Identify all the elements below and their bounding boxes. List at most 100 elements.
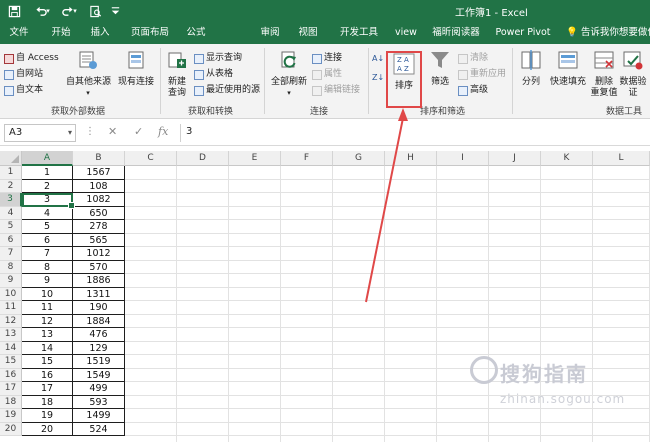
new-query-button[interactable]: 新建 查询 bbox=[162, 49, 192, 99]
row-header[interactable]: 13 bbox=[0, 328, 22, 342]
tab-page-layout[interactable]: 页面布局 bbox=[125, 22, 175, 44]
cell-a[interactable]: 16 bbox=[22, 368, 73, 382]
cell-a[interactable]: 8 bbox=[22, 260, 73, 274]
cell-a[interactable]: 19 bbox=[22, 409, 73, 423]
text-to-columns-button[interactable]: 分列 bbox=[516, 49, 546, 88]
clear-filter-button[interactable]: 清除 bbox=[458, 52, 488, 65]
row-header[interactable]: 14 bbox=[0, 341, 22, 355]
cell-b[interactable]: 129 bbox=[73, 341, 125, 355]
cell-a[interactable]: 15 bbox=[22, 355, 73, 369]
cell-a[interactable]: 11 bbox=[22, 301, 73, 315]
column-header-f[interactable]: F bbox=[281, 151, 333, 166]
save-icon[interactable] bbox=[5, 3, 23, 19]
cell-b[interactable]: 499 bbox=[73, 382, 125, 396]
cell-a[interactable]: 20 bbox=[22, 422, 73, 436]
cell-a[interactable]: 17 bbox=[22, 382, 73, 396]
cell-a[interactable]: 9 bbox=[22, 274, 73, 288]
data-validation-button[interactable]: 数据验 证 bbox=[618, 49, 648, 99]
column-header-e[interactable]: E bbox=[229, 151, 281, 166]
column-header-h[interactable]: H bbox=[385, 151, 437, 166]
cell-b[interactable]: 190 bbox=[73, 301, 125, 315]
row-header[interactable]: 7 bbox=[0, 247, 22, 261]
row-header[interactable]: 16 bbox=[0, 368, 22, 382]
from-text-button[interactable]: 自文本 bbox=[4, 84, 43, 97]
row-header[interactable]: 12 bbox=[0, 314, 22, 328]
row-header[interactable]: 3 bbox=[0, 193, 22, 207]
cell-b[interactable]: 1886 bbox=[73, 274, 125, 288]
show-queries-button[interactable]: 显示查询 bbox=[194, 52, 242, 65]
cell-a[interactable]: 12 bbox=[22, 314, 73, 328]
cell-b[interactable]: 565 bbox=[73, 233, 125, 247]
column-header-l[interactable]: L bbox=[593, 151, 650, 166]
column-header-b[interactable]: B bbox=[73, 151, 125, 166]
tab-view[interactable]: 视图 bbox=[294, 22, 322, 44]
cell-b[interactable]: 1499 bbox=[73, 409, 125, 423]
cell-b[interactable]: 1012 bbox=[73, 247, 125, 261]
row-header[interactable]: 18 bbox=[0, 395, 22, 409]
column-header-d[interactable]: D bbox=[177, 151, 229, 166]
cell-b[interactable]: 570 bbox=[73, 260, 125, 274]
select-all-button[interactable] bbox=[0, 151, 22, 166]
tab-view-en[interactable]: view bbox=[392, 22, 420, 44]
edit-links-button[interactable]: 编辑链接 bbox=[312, 84, 360, 97]
cell-a[interactable]: 4 bbox=[22, 206, 73, 220]
refresh-all-button[interactable]: 全部刷新 ▾ bbox=[268, 49, 310, 99]
tell-me-box[interactable]: 💡 告诉我你想要做什 bbox=[566, 22, 650, 44]
row-header[interactable]: 5 bbox=[0, 220, 22, 234]
connections-button[interactable]: 连接 bbox=[312, 52, 342, 65]
cell-b[interactable]: 1549 bbox=[73, 368, 125, 382]
cell-a[interactable]: 18 bbox=[22, 395, 73, 409]
row-header[interactable]: 4 bbox=[0, 206, 22, 220]
filter-button[interactable]: 筛选 bbox=[426, 49, 454, 88]
cell-b[interactable]: 650 bbox=[73, 206, 125, 220]
tab-formulas[interactable]: 公式 bbox=[182, 22, 210, 44]
from-other-sources-button[interactable]: 自其他来源 ▾ bbox=[66, 49, 111, 99]
column-header-k[interactable]: K bbox=[541, 151, 593, 166]
cell-b[interactable]: 1884 bbox=[73, 314, 125, 328]
cell-b[interactable]: 1082 bbox=[73, 193, 125, 207]
remove-duplicates-button[interactable]: 删除 重复值 bbox=[590, 49, 618, 99]
row-header[interactable]: 20 bbox=[0, 422, 22, 436]
tab-home[interactable]: 开始 bbox=[46, 22, 76, 44]
row-header[interactable]: 11 bbox=[0, 301, 22, 315]
redo-dropdown-icon[interactable]: ▾ bbox=[71, 3, 79, 19]
sort-az-icon[interactable]: A↓ bbox=[372, 52, 384, 65]
row-header[interactable]: 17 bbox=[0, 382, 22, 396]
flash-fill-button[interactable]: 快速填充 bbox=[548, 49, 588, 88]
cell-b[interactable]: 524 bbox=[73, 422, 125, 436]
chevron-down-icon[interactable]: ▾ bbox=[68, 125, 72, 141]
row-header[interactable]: 2 bbox=[0, 179, 22, 193]
tab-file[interactable]: 文件 bbox=[6, 22, 32, 44]
undo-dropdown-icon[interactable]: ▾ bbox=[44, 3, 52, 19]
tab-insert[interactable]: 插入 bbox=[85, 22, 115, 44]
cell-a[interactable]: 5 bbox=[22, 220, 73, 234]
cell-a[interactable]: 1 bbox=[22, 166, 73, 180]
sort-za-icon[interactable]: Z↓ bbox=[372, 71, 384, 84]
cell-a[interactable]: 2 bbox=[22, 179, 73, 193]
existing-connections-button[interactable]: 现有连接 bbox=[116, 49, 156, 88]
cell-b[interactable]: 278 bbox=[73, 220, 125, 234]
cell-a[interactable]: 14 bbox=[22, 341, 73, 355]
row-header[interactable]: 8 bbox=[0, 260, 22, 274]
column-header-g[interactable]: G bbox=[333, 151, 385, 166]
cancel-icon[interactable]: ✕ bbox=[108, 125, 117, 138]
name-box[interactable]: A3 ▾ bbox=[4, 124, 76, 142]
cell-b[interactable]: 1311 bbox=[73, 287, 125, 301]
cell-a[interactable]: 6 bbox=[22, 233, 73, 247]
column-header-a[interactable]: A bbox=[22, 151, 73, 166]
row-header[interactable]: 9 bbox=[0, 274, 22, 288]
print-preview-icon[interactable] bbox=[86, 3, 104, 19]
cell-b[interactable]: 593 bbox=[73, 395, 125, 409]
cell-b[interactable]: 1567 bbox=[73, 166, 125, 180]
reapply-button[interactable]: 重新应用 bbox=[458, 68, 506, 81]
customize-icon[interactable] bbox=[106, 3, 124, 19]
active-cell-selection[interactable] bbox=[22, 193, 75, 209]
cell-b[interactable]: 476 bbox=[73, 328, 125, 342]
properties-button[interactable]: 属性 bbox=[312, 68, 342, 81]
advanced-filter-button[interactable]: 高级 bbox=[458, 84, 488, 97]
from-web-button[interactable]: 自网站 bbox=[4, 68, 43, 81]
from-access-button[interactable]: 自 Access bbox=[4, 52, 59, 65]
from-table-button[interactable]: 从表格 bbox=[194, 68, 233, 81]
row-header[interactable]: 1 bbox=[0, 166, 22, 180]
row-header[interactable]: 10 bbox=[0, 287, 22, 301]
